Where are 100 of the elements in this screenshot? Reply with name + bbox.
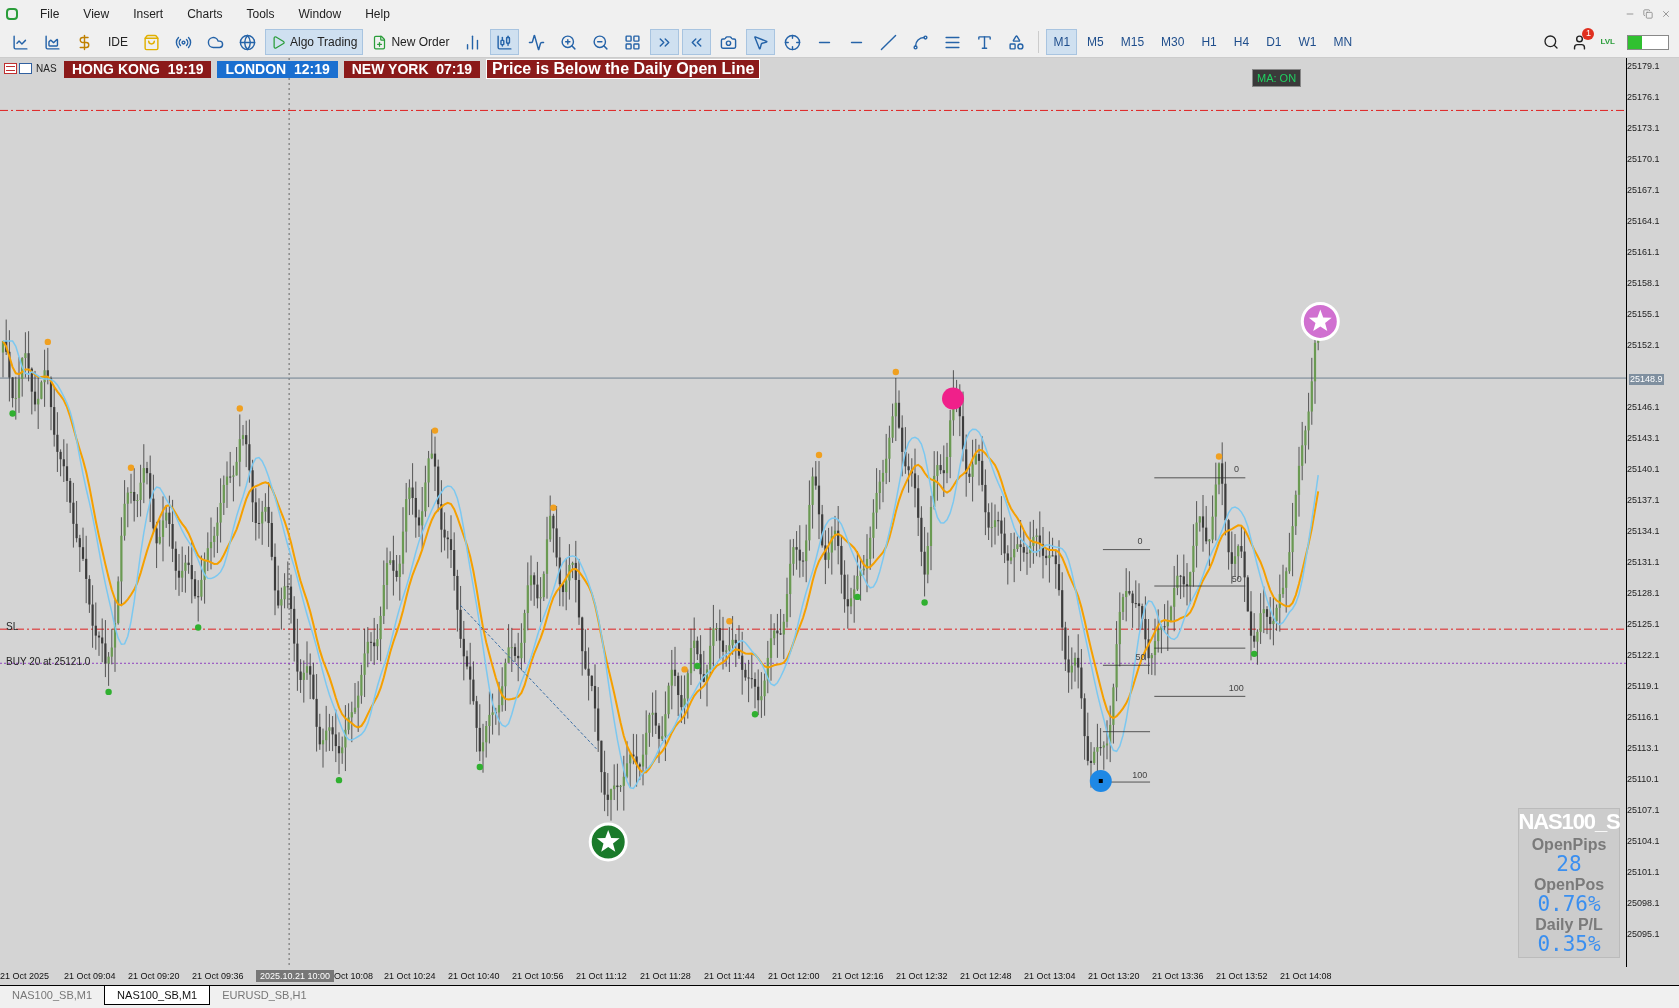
menu-item[interactable]: View — [71, 4, 122, 23]
menu-item[interactable]: File — [28, 4, 72, 23]
timeframe-button[interactable]: M1 — [1046, 29, 1078, 55]
time-tick: 21 Oct 12:32 — [896, 970, 949, 982]
price-tick: 25143.1 — [1627, 433, 1660, 443]
price-tick: 25113.1 — [1627, 743, 1659, 753]
price-tick: 25158.1 — [1627, 278, 1660, 288]
chart-tab[interactable]: NAS100_SB,M1 — [104, 986, 211, 1005]
timeframe-button[interactable]: H1 — [1194, 29, 1224, 55]
time-tick: Oct 10:08 — [334, 970, 375, 982]
price-tick: 25098.1 — [1627, 898, 1660, 908]
star-marker-icon — [588, 822, 628, 862]
chart-tab[interactable]: NAS100_SB,M1 — [0, 986, 105, 1005]
ma-status-badge: MA: ON — [1252, 69, 1302, 87]
symbol-label: NAS — [36, 62, 57, 76]
metric-label: OpenPips — [1531, 835, 1607, 854]
price-tick: 25146.1 — [1627, 402, 1660, 412]
metric-value: 0.35% — [1537, 934, 1601, 955]
fib-level-label: 100 — [1132, 770, 1148, 780]
time-tick: 21 Oct 2025 — [0, 970, 51, 982]
price-tick: 25095.1 — [1627, 929, 1660, 939]
time-tick: 21 Oct 11:44 — [704, 970, 756, 982]
price-tick: 25128.1 — [1627, 588, 1660, 598]
price-tick: 25176.1 — [1627, 92, 1660, 102]
price-tick: 25125.1 — [1627, 619, 1660, 629]
session-clock: LONDON 12:19 — [217, 60, 338, 78]
menu-item[interactable]: Insert — [121, 4, 176, 23]
price-tick: 25155.1 — [1627, 309, 1660, 319]
price-tick: 25167.1 — [1627, 185, 1660, 195]
metric-label: OpenPos — [1533, 875, 1605, 894]
timeframe-button[interactable]: M15 — [1113, 29, 1152, 55]
candlestick-icon[interactable] — [490, 29, 520, 55]
metric-value: 28 — [1556, 854, 1582, 875]
timeframe-button[interactable]: M30 — [1154, 29, 1192, 55]
alert-banner: Price is Below the Daily Open Line — [486, 59, 761, 79]
menu-item[interactable]: Charts — [175, 4, 235, 23]
fib-level-label: 0 — [1234, 465, 1239, 475]
chart-tab[interactable]: EURUSD_SB,H1 — [210, 986, 319, 1005]
chart-icon[interactable] — [19, 63, 32, 74]
price-tick: 25173.1 — [1627, 123, 1660, 133]
price-tick: 25119.1 — [1627, 681, 1659, 691]
star-marker-icon — [1300, 301, 1340, 341]
time-tick: 21 Oct 09:04 — [64, 970, 117, 982]
time-tick: 21 Oct 10:40 — [448, 970, 501, 982]
time-tick: 21 Oct 13:20 — [1088, 970, 1141, 982]
order-label: BUY 20 at 25121.0 — [6, 657, 91, 667]
menu-item[interactable]: Tools — [234, 4, 287, 23]
time-tick: 21 Oct 14:08 — [1280, 970, 1333, 982]
time-tick: 21 Oct 12:48 — [960, 970, 1013, 982]
fib-level-label: 50 — [1231, 574, 1242, 584]
price-tick: 25152.1 — [1627, 340, 1660, 350]
current-price-label: 25148.9 — [1629, 374, 1664, 385]
time-tick: 21 Oct 10:56 — [512, 970, 565, 982]
menu-item[interactable]: Window — [286, 4, 354, 23]
toolbar-button[interactable]: New Order — [366, 29, 456, 55]
time-tick: 21 Oct 12:00 — [768, 970, 821, 982]
search-icon[interactable] — [1543, 34, 1560, 50]
price-tick: 25140.1 — [1627, 464, 1660, 474]
time-tick: 2025.10.21 10:00 — [256, 970, 334, 982]
timeframe-button[interactable]: H4 — [1226, 29, 1257, 55]
time-tick: 21 Oct 09:36 — [192, 970, 245, 982]
timeframe-button[interactable]: W1 — [1291, 29, 1324, 55]
price-tick: 25122.1 — [1627, 650, 1660, 660]
time-tick: 21 Oct 09:20 — [128, 970, 181, 982]
price-tick: 25110.1 — [1627, 774, 1659, 784]
timeframe-button[interactable]: M5 — [1080, 29, 1111, 55]
price-tick: 25107.1 — [1627, 805, 1660, 815]
price-tick: 25116.1 — [1627, 712, 1659, 722]
double-arrow-left-icon[interactable] — [682, 29, 712, 55]
toolbar-button[interactable]: Algo Trading — [265, 29, 364, 55]
price-tick: 25161.1 — [1627, 247, 1660, 257]
double-arrow-right-icon[interactable] — [650, 29, 680, 55]
app-logo-icon — [6, 7, 18, 20]
price-tick: 25104.1 — [1627, 836, 1660, 846]
battery-icon — [1627, 34, 1669, 50]
time-tick: 21 Oct 12:16 — [832, 970, 885, 982]
session-clock: HONG KONG 19:19 — [64, 60, 212, 78]
fib-level-label: 0 — [1137, 537, 1143, 547]
price-tick: 25101.1 — [1627, 867, 1660, 877]
time-tick: 21 Oct 11:28 — [640, 970, 692, 982]
sell-signal-dot — [942, 387, 964, 410]
document-plus-icon — [372, 34, 388, 50]
timeframe-button[interactable]: D1 — [1259, 29, 1289, 55]
cursor-icon[interactable] — [746, 29, 776, 55]
list-icon[interactable] — [4, 63, 17, 74]
timeframe-button[interactable]: MN — [1326, 29, 1360, 55]
sl-label: SL — [6, 622, 19, 632]
time-tick: 21 Oct 10:24 — [384, 970, 437, 982]
toolbar-button[interactable]: IDE — [102, 29, 134, 55]
session-clock: NEW YORK 07:19 — [343, 60, 481, 78]
price-tick: 25179.1 — [1627, 61, 1660, 71]
menu-item[interactable]: Help — [353, 4, 402, 23]
time-tick: 21 Oct 13:04 — [1024, 970, 1077, 982]
price-tick: 25134.1 — [1627, 526, 1660, 536]
fib-level-label: 100 — [1228, 683, 1244, 693]
buy-signal-dot — [1089, 770, 1112, 792]
notification-badge: 1 — [1582, 27, 1595, 40]
time-tick: 21 Oct 11:12 — [576, 970, 628, 982]
price-tick: 25170.1 — [1627, 154, 1660, 164]
price-tick: 25131.1 — [1627, 557, 1660, 567]
